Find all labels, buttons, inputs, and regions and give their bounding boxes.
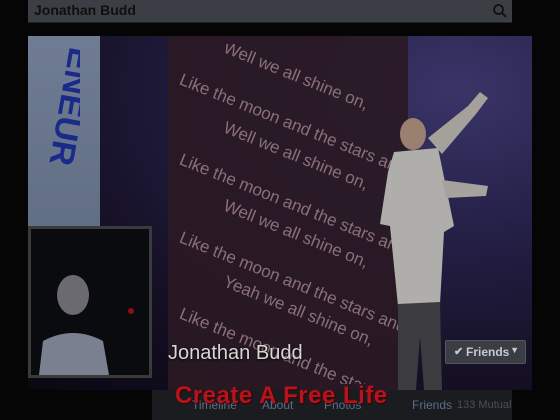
search-bar[interactable]: Jonathan Budd (28, 0, 512, 23)
friends-button[interactable]: ✔ Friends ▼ (445, 340, 526, 364)
tab-friends[interactable]: Friends (412, 398, 452, 412)
check-icon: ✔ (454, 346, 464, 358)
page: Jonathan Budd ENEUR Well we all shine on… (0, 0, 560, 420)
profile-name[interactable]: Jonathan Budd (168, 342, 303, 365)
chevron-down-icon: ▼ (510, 345, 519, 355)
banner-text-glyphs: ENEUR (41, 46, 80, 168)
profile-photo-image (31, 229, 149, 375)
search-input[interactable]: Jonathan Budd (34, 2, 136, 18)
profile-picture[interactable] (28, 226, 152, 378)
friends-count: 133 Mutual (457, 399, 512, 411)
friends-button-label: Friends (466, 345, 510, 359)
search-icon[interactable] (492, 3, 508, 19)
banner-text: ENEUR (41, 46, 80, 168)
overlay-title: Create A Free Life (175, 382, 388, 409)
